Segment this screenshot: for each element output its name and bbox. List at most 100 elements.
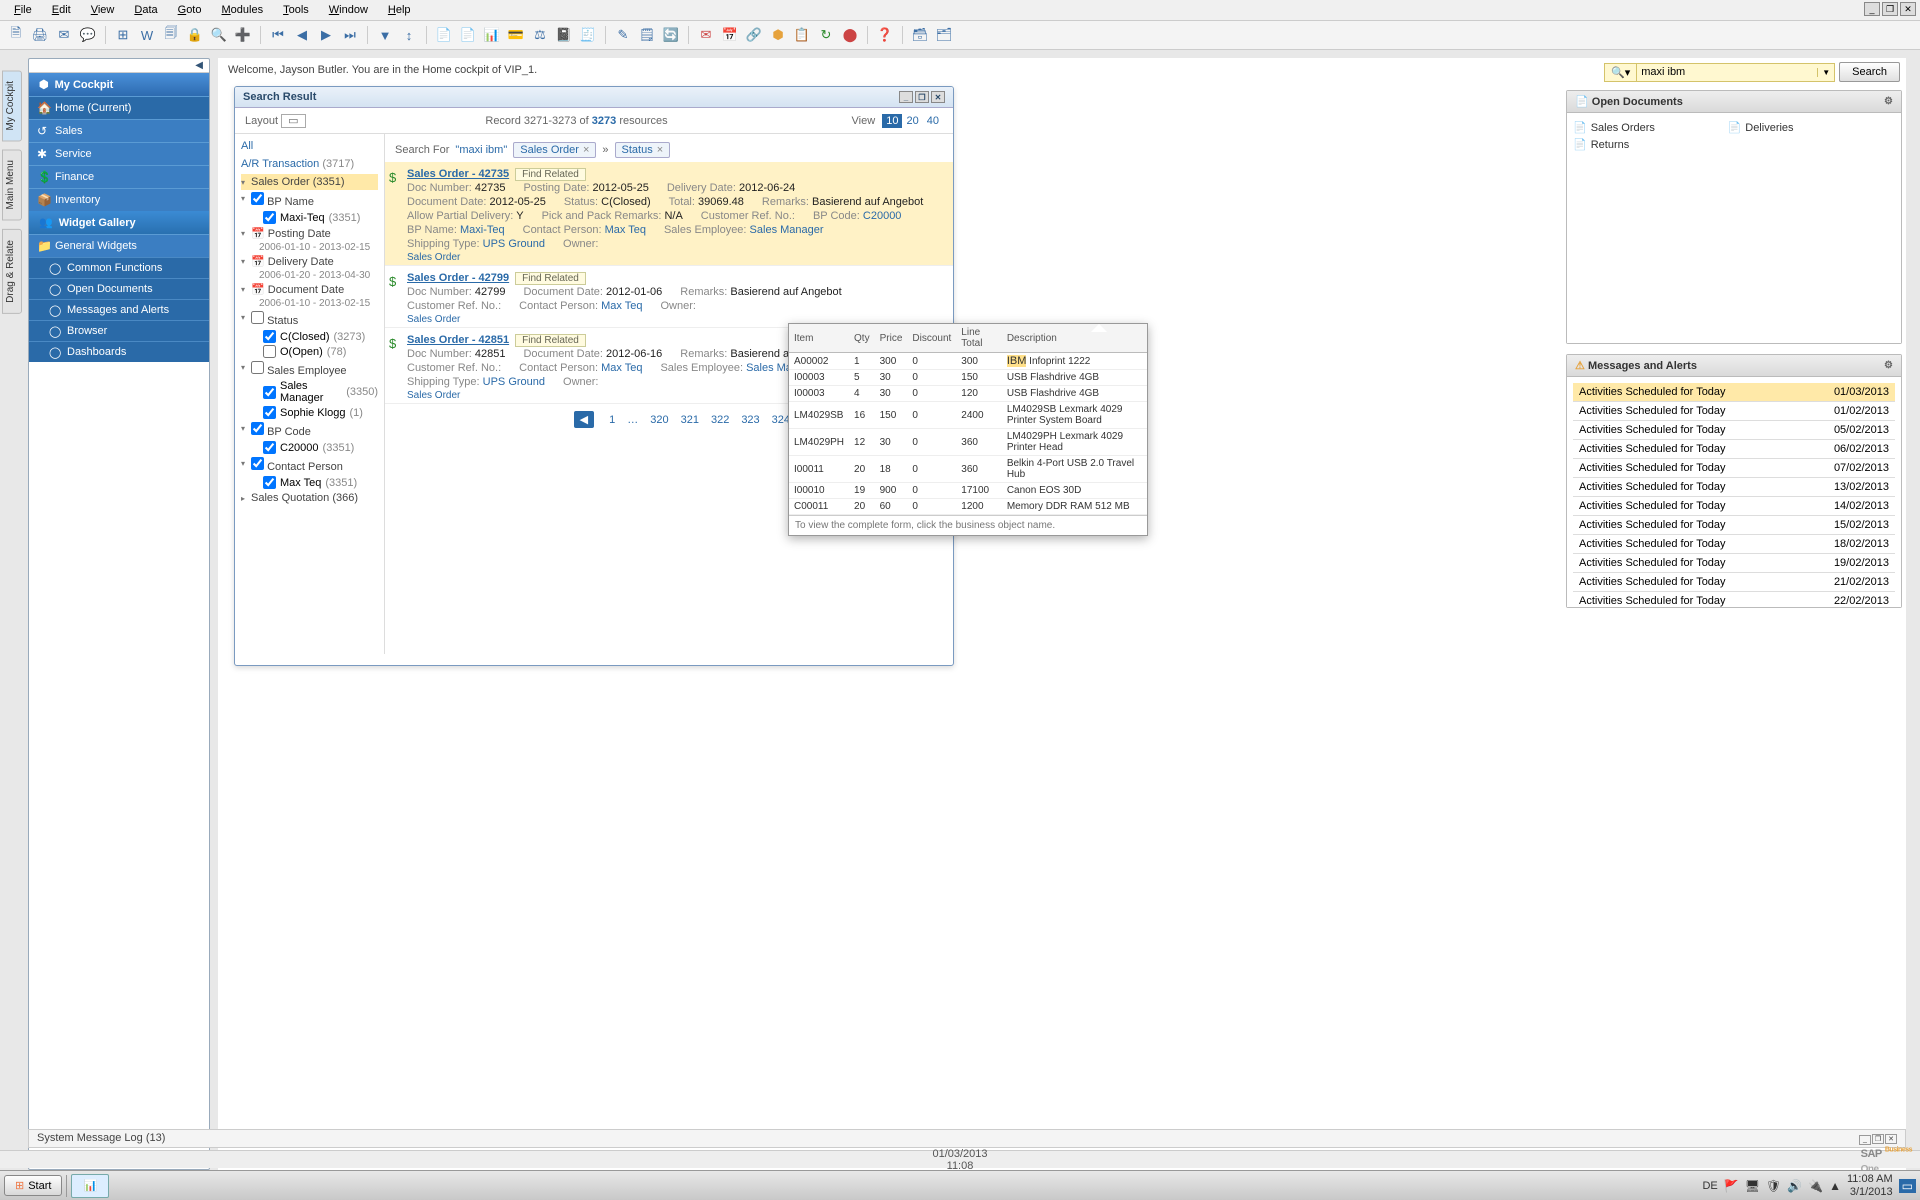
gallery-item[interactable]: ◯Common Functions [29,257,209,278]
sms-icon[interactable]: 💬 [78,25,98,45]
open-doc-link[interactable]: 📄Sales Orders [1573,119,1728,136]
cash-flow-icon[interactable]: ↻ [816,25,836,45]
tray-flag-icon[interactable]: 🚩 [1724,1179,1739,1193]
first-record-icon[interactable]: ⏮ [268,25,288,45]
alert-row[interactable]: Activities Scheduled for Today01/03/2013 [1573,383,1895,402]
vtab-my-cockpit[interactable]: My Cockpit [2,70,22,141]
menu-window[interactable]: Window [321,2,376,18]
gallery-item[interactable]: 📁General Widgets [29,234,209,257]
word-icon[interactable]: W [137,25,157,45]
gross-profit-icon[interactable]: 📊 [482,25,502,45]
prev-record-icon[interactable]: ◀ [292,25,312,45]
pager-prev[interactable]: ◀ [574,411,594,428]
card-title[interactable]: Sales Order - 42799 [407,272,509,284]
view-40[interactable]: 40 [923,114,943,128]
gallery-item[interactable]: ◯Messages and Alerts [29,299,209,320]
popup-row[interactable]: I0001120180360Belkin 4-Port USB 2.0 Trav… [789,456,1147,483]
journal-icon[interactable]: 📓 [554,25,574,45]
taskbar-clock[interactable]: 11:08 AM3/1/2013 [1847,1173,1893,1197]
base-doc-icon[interactable]: 📄 [434,25,454,45]
menu-file[interactable]: File [6,2,40,18]
facet-bp-name-check[interactable] [251,192,264,205]
lock-icon[interactable]: 🔒 [185,25,205,45]
facet-status[interactable]: Status [241,309,378,329]
remove-tag-icon[interactable]: × [657,144,663,156]
facet-status-closed[interactable]: C(Closed) (3273) [241,329,378,344]
menu-modules[interactable]: Modules [213,2,271,18]
popup-row[interactable]: I000035300150USB Flashdrive 4GB [789,370,1147,386]
gallery-item[interactable]: ◯Dashboards [29,341,209,362]
alert-icon[interactable]: ✉ [696,25,716,45]
search-icon[interactable]: 🔍▾ [1605,64,1637,81]
default-branch-icon[interactable]: ⬢ [768,25,788,45]
open-doc-link[interactable]: 📄Deliveries [1728,119,1883,136]
gallery-item[interactable]: ◯Open Documents [29,278,209,299]
facet-bp-code[interactable]: BP Code [241,420,378,440]
payment-means-icon[interactable]: 💳 [506,25,526,45]
facet-document-date[interactable]: 📅 Document Date [241,281,378,298]
print-icon[interactable]: 🖨 [30,25,50,45]
gallery-item[interactable]: ◯Browser [29,320,209,341]
filter-icon[interactable]: ▼ [375,25,395,45]
sort-icon[interactable]: ↕ [399,25,419,45]
link-icon[interactable]: 🔗 [744,25,764,45]
last-record-icon[interactable]: ⏭ [340,25,360,45]
pdf-icon[interactable]: 🗐 [161,25,181,45]
query-wizard-icon[interactable]: 🗂 [934,25,954,45]
tray-chevron-icon[interactable]: ▲ [1829,1179,1841,1193]
tray-network-icon[interactable]: 🖥 [1745,1179,1760,1193]
search-input[interactable] [1637,64,1817,80]
alert-row[interactable]: Activities Scheduled for Today05/02/2013 [1573,421,1895,440]
facet-contact-opt[interactable]: Max Teq (3351) [241,475,378,490]
sidebar-item-service[interactable]: ✱Service [29,142,209,165]
facet-bp-code-opt[interactable]: C20000 (3351) [241,440,378,455]
result-card[interactable]: $Sales Order - 42799Find RelatedDoc Numb… [385,266,953,328]
tray-volume-icon[interactable]: 🔊 [1787,1179,1802,1193]
layout-switcher-icon[interactable]: ▭ [281,114,305,128]
facet-sales-quotation[interactable]: Sales Quotation (366) [241,490,378,506]
restore-button[interactable]: ❐ [1882,2,1898,16]
start-button[interactable]: ⊞Start [4,1175,62,1196]
calendar-icon[interactable]: 📅 [720,25,740,45]
facet-se-klogg[interactable]: Sophie Klogg (1) [241,405,378,420]
alert-row[interactable]: Activities Scheduled for Today18/02/2013 [1573,535,1895,554]
menu-edit[interactable]: Edit [44,2,79,18]
remove-tag-icon[interactable]: × [583,144,589,156]
excel-icon[interactable]: ⊞ [113,25,133,45]
menu-data[interactable]: Data [126,2,165,18]
menu-view[interactable]: View [83,2,123,18]
facet-contact-person[interactable]: Contact Person [241,455,378,475]
menu-help[interactable]: Help [380,2,419,18]
sidebar-collapse[interactable]: ◀ [29,59,209,73]
find-related-button[interactable]: Find Related [515,272,586,285]
alert-row[interactable]: Activities Scheduled for Today01/02/2013 [1573,402,1895,421]
refresh-icon[interactable]: 🔄 [661,25,681,45]
preview-icon[interactable]: 🗎 [6,25,26,45]
filter-tag-status[interactable]: Status× [615,142,671,158]
facet-delivery-date[interactable]: 📅 Delivery Date [241,253,378,270]
panel-settings-icon[interactable]: ⚙ [1884,96,1893,107]
taskbar-app[interactable]: 📊 [71,1174,109,1198]
facet-sales-order[interactable]: Sales Order (3351) [241,174,378,190]
vtab-drag-relate[interactable]: Drag & Relate [2,229,22,314]
alert-row[interactable]: Activities Scheduled for Today14/02/2013 [1573,497,1895,516]
email-icon[interactable]: ✉ [54,25,74,45]
pager-page[interactable]: 323 [735,412,765,428]
volume-weight-icon[interactable]: ⚖ [530,25,550,45]
sidebar-item-sales[interactable]: ↺Sales [29,119,209,142]
sidebar-item-finance[interactable]: 💲Finance [29,165,209,188]
facet-se-manager[interactable]: Sales Manager (3350) [241,379,378,405]
find-icon[interactable]: 🔍 [209,25,229,45]
pager-page[interactable]: 320 [644,412,674,428]
facet-ar-transaction[interactable]: A/R Transaction (3717) [241,158,378,170]
popup-row[interactable]: A0000213000300IBM Infoprint 1222 [789,353,1147,370]
form-settings-icon[interactable]: 🗒 [637,25,657,45]
view-10[interactable]: 10 [882,114,902,128]
widget-gallery-header[interactable]: 👥Widget Gallery [29,211,209,234]
close-button[interactable]: ✕ [1900,2,1916,16]
target-doc-icon[interactable]: 📄 [458,25,478,45]
object-link[interactable]: Sales Order [407,314,460,325]
system-message-log[interactable]: System Message Log (13) _❐✕ [28,1129,1906,1148]
search-result-titlebar[interactable]: Search Result _ ❐ ✕ [235,87,953,108]
popup-row[interactable]: C00011206001200Memory DDR RAM 512 MB [789,499,1147,515]
